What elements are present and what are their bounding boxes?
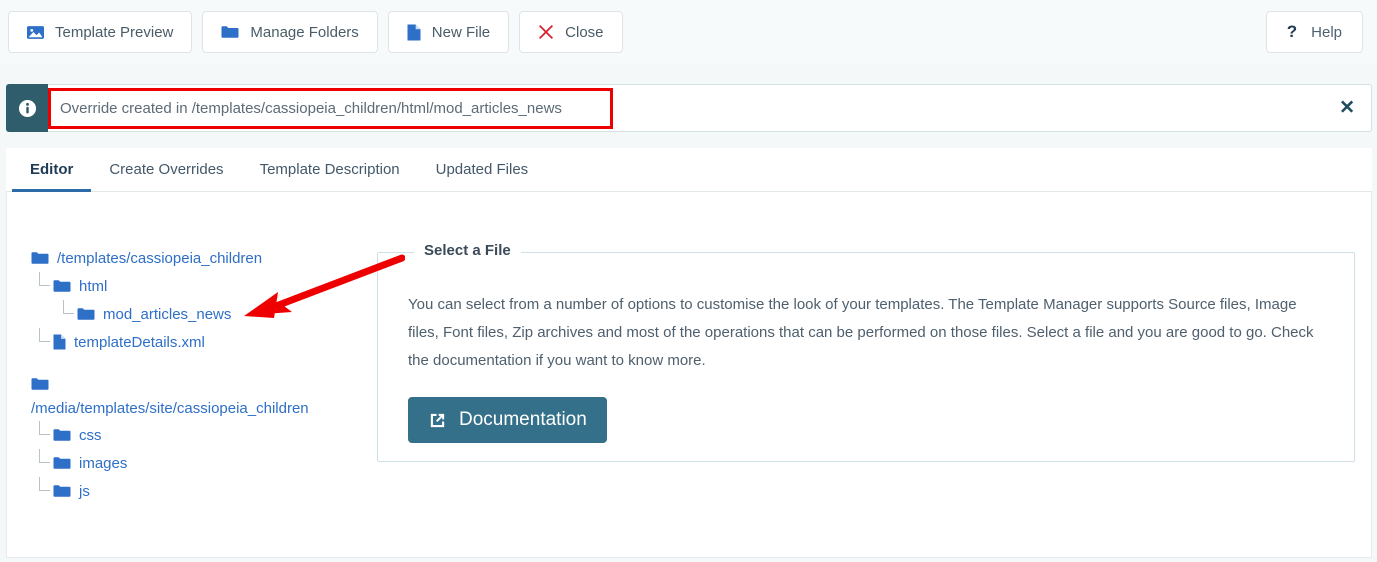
tree-item-js[interactable]: js bbox=[31, 477, 361, 505]
external-link-icon bbox=[428, 411, 447, 430]
tab-create-overrides[interactable]: Create Overrides bbox=[91, 148, 241, 191]
tree-item-template-details-xml[interactable]: templateDetails.xml bbox=[31, 328, 361, 356]
folder-icon bbox=[31, 251, 49, 265]
help-label: Help bbox=[1311, 23, 1342, 41]
folder-icon bbox=[77, 307, 95, 321]
tree-guide-line bbox=[39, 449, 50, 463]
manage-folders-button[interactable]: Manage Folders bbox=[202, 11, 378, 53]
tree-item-media-root-icon[interactable] bbox=[31, 370, 361, 398]
tab-updated-files[interactable]: Updated Files bbox=[418, 148, 547, 191]
template-manager-page: Template Preview Manage Folders New File… bbox=[0, 0, 1377, 562]
info-icon bbox=[18, 99, 37, 118]
image-icon bbox=[27, 24, 44, 41]
tree-item-templates-root[interactable]: /templates/cassiopeia_children bbox=[31, 244, 361, 272]
manage-folders-label: Manage Folders bbox=[250, 23, 359, 41]
tree-label-templates-root[interactable]: /templates/cassiopeia_children bbox=[57, 250, 262, 267]
alert-body: Override created in /templates/cassiopei… bbox=[48, 84, 1372, 132]
tree-item-images[interactable]: images bbox=[31, 449, 361, 477]
tree-guide-line bbox=[39, 421, 50, 435]
alert-icon-badge bbox=[6, 84, 48, 132]
file-icon bbox=[407, 24, 421, 41]
tree-guide-line bbox=[39, 477, 50, 491]
tree-label-images[interactable]: images bbox=[79, 455, 127, 472]
new-file-label: New File bbox=[431, 23, 491, 41]
documentation-label: Documentation bbox=[459, 409, 587, 430]
tree-guide-line bbox=[39, 272, 50, 286]
tab-editor-label: Editor bbox=[30, 161, 74, 178]
tree-label-media-root[interactable]: /media/templates/site/cassiopeia_childre… bbox=[31, 400, 361, 417]
template-preview-button[interactable]: Template Preview bbox=[8, 11, 193, 53]
file-tree: /templates/cassiopeia_children html mod_… bbox=[31, 244, 361, 505]
select-a-file-legend: Select a File bbox=[414, 242, 521, 259]
tab-editor[interactable]: Editor bbox=[12, 148, 92, 192]
template-preview-label: Template Preview bbox=[55, 23, 174, 41]
documentation-button[interactable]: Documentation bbox=[408, 397, 607, 443]
tree-label-html[interactable]: html bbox=[79, 278, 107, 295]
tree-root-media: /media/templates/site/cassiopeia_childre… bbox=[31, 370, 361, 505]
question-mark-icon: ? bbox=[1286, 22, 1298, 41]
select-a-file-panel: Select a File You can select from a numb… bbox=[377, 242, 1355, 462]
folder-icon bbox=[53, 484, 71, 498]
tree-item-mod-articles-news[interactable]: mod_articles_news bbox=[31, 300, 361, 328]
file-icon bbox=[53, 334, 66, 350]
close-x-icon bbox=[538, 24, 554, 40]
tab-template-description-label: Template Description bbox=[259, 161, 400, 178]
editor-content-panel: /templates/cassiopeia_children html mod_… bbox=[6, 192, 1372, 558]
alert-text: Override created in /templates/cassiopei… bbox=[60, 99, 562, 117]
tree-guide-line bbox=[63, 300, 74, 314]
tree-label-template-details-xml[interactable]: templateDetails.xml bbox=[74, 334, 205, 351]
tree-guide-line bbox=[39, 328, 50, 342]
folder-icon bbox=[53, 279, 71, 293]
tree-label-js[interactable]: js bbox=[79, 483, 90, 500]
close-button[interactable]: Close bbox=[519, 11, 623, 53]
tab-bar: Editor Create Overrides Template Descrip… bbox=[6, 148, 1372, 192]
folder-icon bbox=[31, 377, 49, 391]
tab-updated-files-label: Updated Files bbox=[435, 161, 529, 178]
tree-item-css[interactable]: css bbox=[31, 421, 361, 449]
tab-create-overrides-label: Create Overrides bbox=[109, 161, 224, 178]
new-file-button[interactable]: New File bbox=[387, 11, 510, 53]
select-a-file-body: You can select from a number of options … bbox=[378, 253, 1354, 443]
toolbar: Template Preview Manage Folders New File… bbox=[0, 0, 1377, 64]
select-a-file-description: You can select from a number of options … bbox=[408, 296, 1314, 369]
tree-label-mod-articles-news[interactable]: mod_articles_news bbox=[103, 306, 231, 323]
tree-item-html[interactable]: html bbox=[31, 272, 361, 300]
tab-template-description[interactable]: Template Description bbox=[242, 148, 418, 191]
folder-icon bbox=[221, 24, 239, 40]
folder-icon bbox=[53, 456, 71, 470]
folder-icon bbox=[53, 428, 71, 442]
help-button[interactable]: ? Help bbox=[1265, 11, 1363, 53]
close-label: Close bbox=[565, 23, 604, 41]
tree-label-css[interactable]: css bbox=[79, 427, 102, 444]
alert-close-icon[interactable]: ✕ bbox=[1339, 99, 1355, 118]
tree-root-templates: /templates/cassiopeia_children html mod_… bbox=[31, 244, 361, 356]
alert-message: Override created in /templates/cassiopei… bbox=[6, 84, 1372, 132]
